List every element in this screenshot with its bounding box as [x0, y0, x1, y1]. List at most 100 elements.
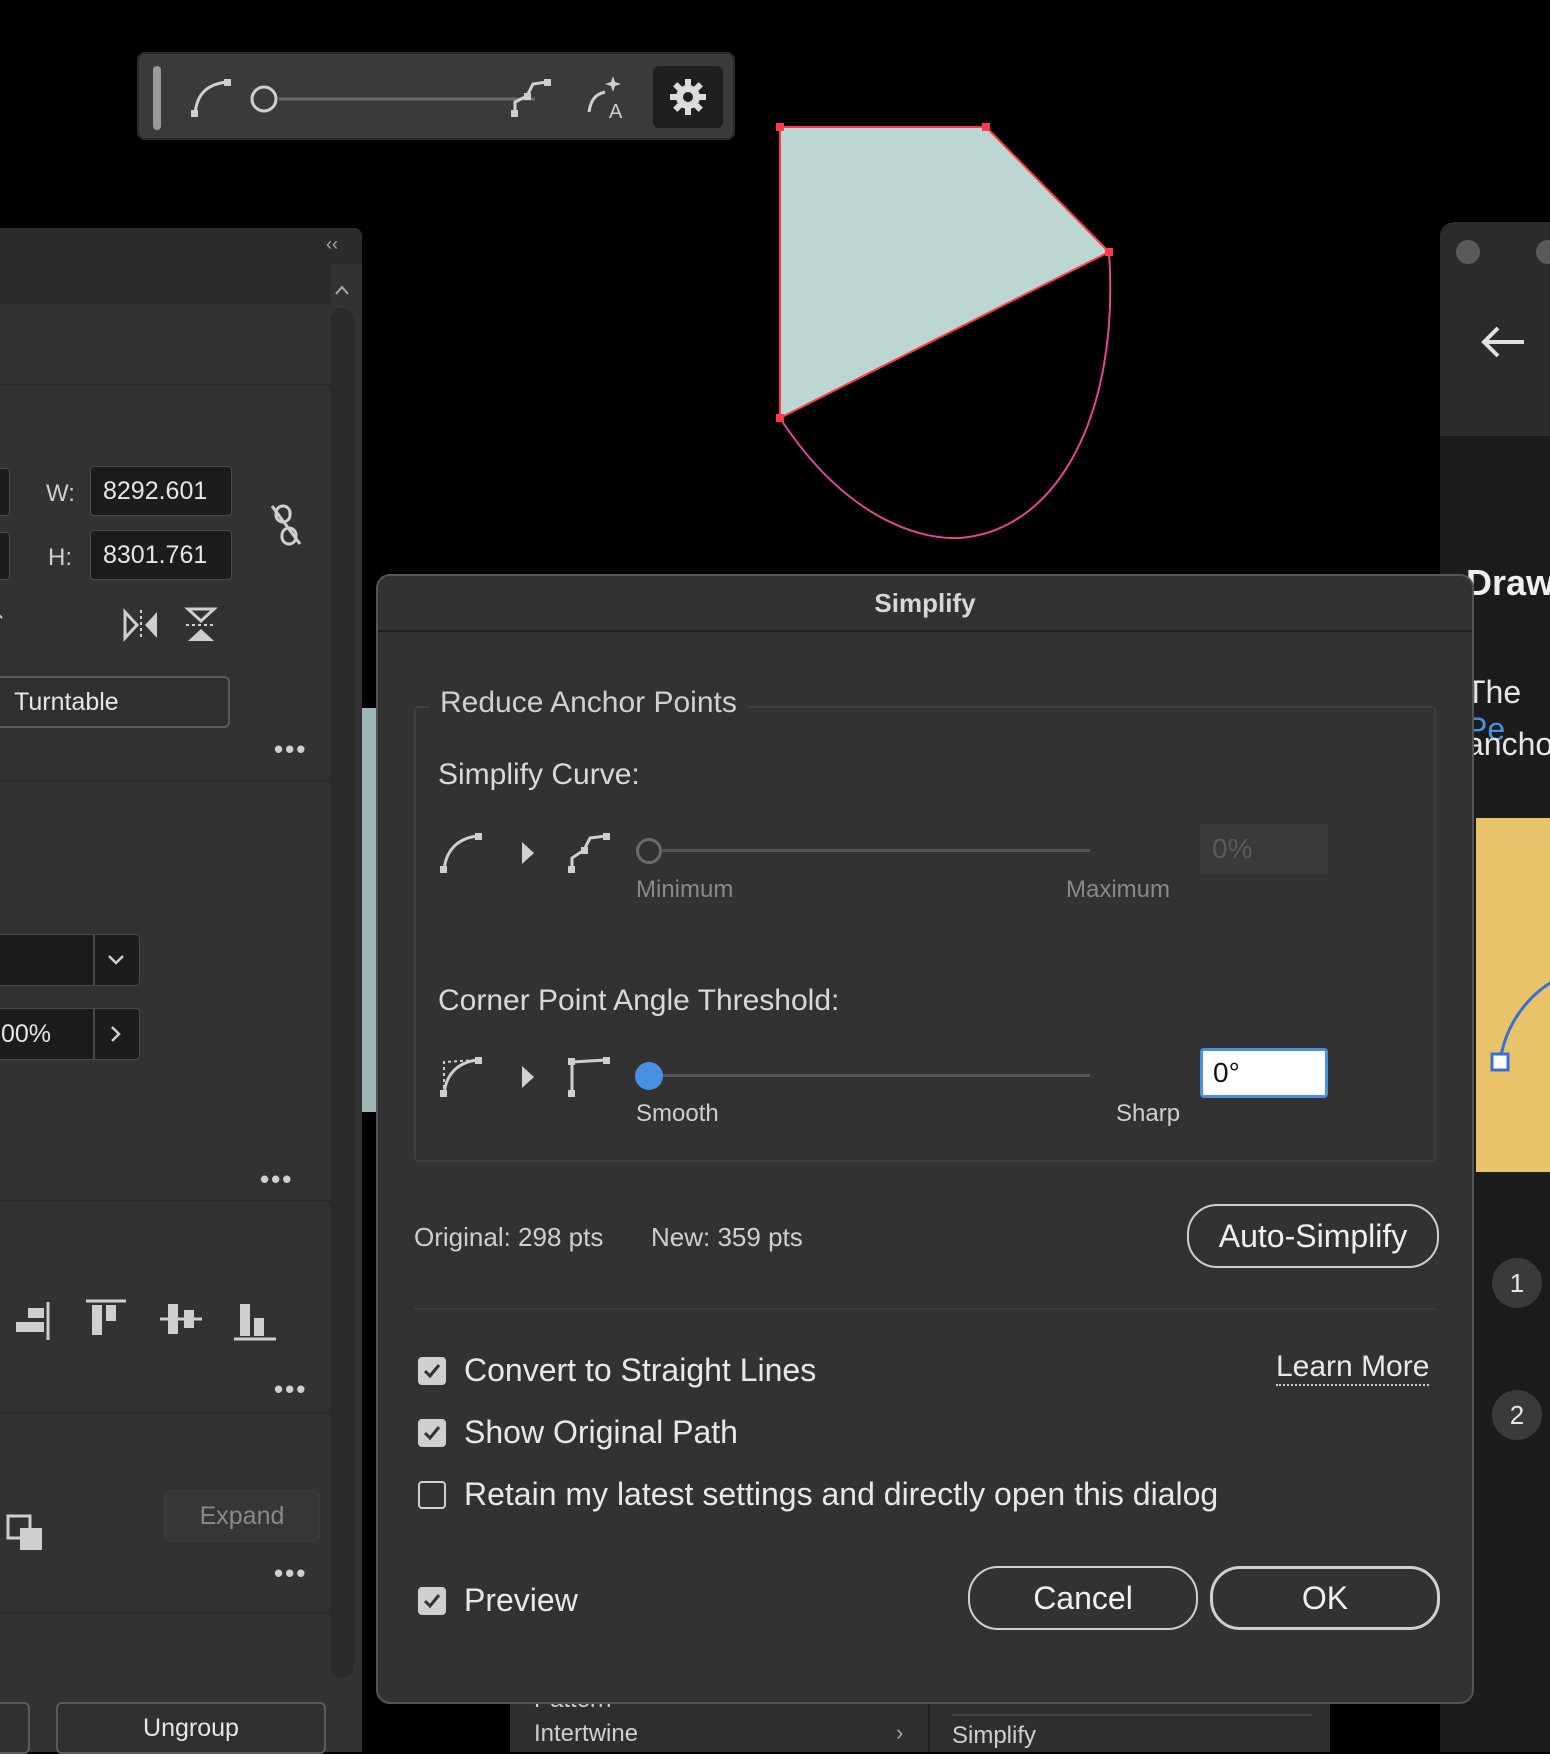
retain-settings-label: Retain my latest settings and directly o…: [464, 1476, 1219, 1512]
learn-panel-nav: [1440, 286, 1550, 436]
svg-text:A: A: [609, 101, 623, 122]
arrow-right-icon: [522, 842, 534, 864]
more-options-icon[interactable]: •••: [274, 1374, 307, 1405]
learn-heading: Draw: [1466, 562, 1550, 603]
divider: [0, 1412, 330, 1414]
chevron-down-icon: [108, 955, 124, 965]
collapse-icon[interactable]: ‹‹: [326, 234, 338, 255]
divider: [0, 1200, 330, 1202]
height-field[interactable]: 8301.761: [90, 530, 232, 580]
align-bottom-icon[interactable]: [232, 1298, 278, 1342]
retain-settings-row[interactable]: Retain my latest settings and directly o…: [418, 1476, 1218, 1513]
x-field[interactable]: [0, 468, 10, 516]
ungroup-label: Ungroup: [143, 1713, 239, 1742]
constrain-proportions-icon[interactable]: [266, 502, 306, 548]
preview-label: Preview: [464, 1582, 578, 1618]
curve-illustration-icon: [1490, 981, 1550, 1072]
more-options-icon[interactable]: •••: [260, 1164, 293, 1195]
step-1-badge: 1: [1492, 1258, 1542, 1308]
simplified-points-icon: [568, 833, 610, 873]
align-right-icon[interactable]: [12, 1300, 52, 1342]
properties-panel: ‹‹ W: 8292.601 H: 8301.761 Turntable •••…: [0, 228, 362, 1754]
divider: [0, 1612, 330, 1614]
scroll-up-icon[interactable]: [334, 284, 350, 296]
original-points-text: Original: 298 pts: [414, 1222, 604, 1252]
learn-panel-titlebar: [1440, 222, 1550, 286]
step-2-badge: 2: [1492, 1390, 1542, 1440]
dialog-title: Simplify: [378, 576, 1472, 632]
simplify-curve-handle[interactable]: [636, 838, 662, 864]
curve-icon: [440, 833, 482, 873]
simplify-toolbar: A: [137, 52, 735, 140]
submenu-chevron-icon: ›: [896, 1720, 904, 1745]
pathfinder-icon[interactable]: [6, 1514, 44, 1552]
group-legend: Reduce Anchor Points: [430, 686, 747, 720]
corner-angle-label: Corner Point Angle Threshold:: [438, 984, 840, 1017]
preview-checkbox[interactable]: [418, 1586, 446, 1615]
align-vertical-center-icon[interactable]: [158, 1298, 204, 1340]
turntable-button[interactable]: Turntable: [0, 676, 230, 728]
y-field[interactable]: [0, 532, 10, 580]
new-points-text: New: 359 pts: [651, 1222, 803, 1252]
h-label: H:: [48, 544, 72, 571]
divider: [0, 780, 330, 782]
simplify-slider[interactable]: [249, 82, 539, 116]
curve-icon: [191, 79, 231, 117]
gear-icon: [670, 79, 706, 115]
simplify-curve-min-label: Minimum: [636, 876, 734, 903]
flip-horizontal-icon[interactable]: [122, 608, 160, 642]
corner-angle-track[interactable]: [650, 1074, 1090, 1077]
corner-angle-handle[interactable]: [635, 1062, 663, 1090]
checkmark-icon: [423, 1593, 441, 1608]
path-artwork[interactable]: [760, 110, 1140, 550]
simplify-curve-track[interactable]: [650, 849, 1090, 852]
preview-row[interactable]: Preview: [418, 1582, 578, 1619]
corner-angle-value-field[interactable]: 0°: [1200, 1048, 1328, 1098]
sharp-corner-icon: [568, 1057, 610, 1097]
opacity-field[interactable]: 00%: [0, 1008, 140, 1060]
dropdown-chevron-icon[interactable]: [0, 602, 20, 632]
learn-text-line2: ancho: [1466, 726, 1550, 762]
simplify-curve-label: Simplify Curve:: [438, 758, 640, 791]
menu-item-intertwine[interactable]: Intertwine: [534, 1720, 638, 1748]
convert-straight-row[interactable]: Convert to Straight Lines: [418, 1352, 816, 1389]
auto-simplify-icon[interactable]: A: [583, 72, 633, 122]
dropdown-field[interactable]: [0, 934, 140, 986]
divider: [952, 1714, 1312, 1716]
more-options-icon[interactable]: •••: [274, 1558, 307, 1589]
simplify-curve-max-label: Maximum: [1066, 876, 1171, 903]
panel-scrollbar[interactable]: [330, 285, 354, 1678]
convert-straight-checkbox[interactable]: [418, 1356, 446, 1385]
panel-tabbar: [0, 264, 330, 304]
simplify-points-icon[interactable]: [507, 72, 557, 122]
window-minimize-icon[interactable]: [1536, 240, 1550, 264]
w-label: W:: [46, 480, 75, 507]
flip-vertical-icon[interactable]: [184, 606, 218, 644]
settings-button[interactable]: [653, 66, 723, 128]
simplify-curve-value-field[interactable]: 0%: [1200, 824, 1328, 874]
more-options-icon[interactable]: •••: [274, 734, 307, 765]
ok-button[interactable]: OK: [1210, 1566, 1440, 1630]
width-field[interactable]: 8292.601: [90, 466, 232, 516]
toolbar-grip[interactable]: [153, 66, 161, 130]
window-close-icon[interactable]: [1456, 240, 1480, 264]
expand-button[interactable]: Expand: [164, 1490, 320, 1542]
show-original-label: Show Original Path: [464, 1414, 738, 1450]
group-button[interactable]: [0, 1702, 30, 1754]
submenu-item-simplify[interactable]: Simplify: [952, 1722, 1036, 1750]
cancel-button[interactable]: Cancel: [968, 1566, 1198, 1630]
corner-angle-min-label: Smooth: [636, 1100, 719, 1127]
retain-settings-checkbox[interactable]: [418, 1480, 446, 1509]
canvas-object-edge: [362, 708, 376, 1112]
learn-illustration: [1476, 818, 1550, 1172]
turntable-label: Turntable: [14, 687, 119, 716]
auto-simplify-button[interactable]: Auto-Simplify: [1187, 1204, 1439, 1268]
align-top-icon[interactable]: [84, 1298, 128, 1340]
back-arrow-icon[interactable]: [1478, 322, 1528, 362]
corner-angle-max-label: Sharp: [1116, 1100, 1181, 1127]
show-original-checkbox[interactable]: [418, 1418, 446, 1447]
opacity-value: 00%: [1, 1019, 52, 1048]
ungroup-button[interactable]: Ungroup: [56, 1702, 326, 1754]
learn-more-link[interactable]: Learn More: [1276, 1350, 1430, 1386]
show-original-row[interactable]: Show Original Path: [418, 1414, 738, 1451]
